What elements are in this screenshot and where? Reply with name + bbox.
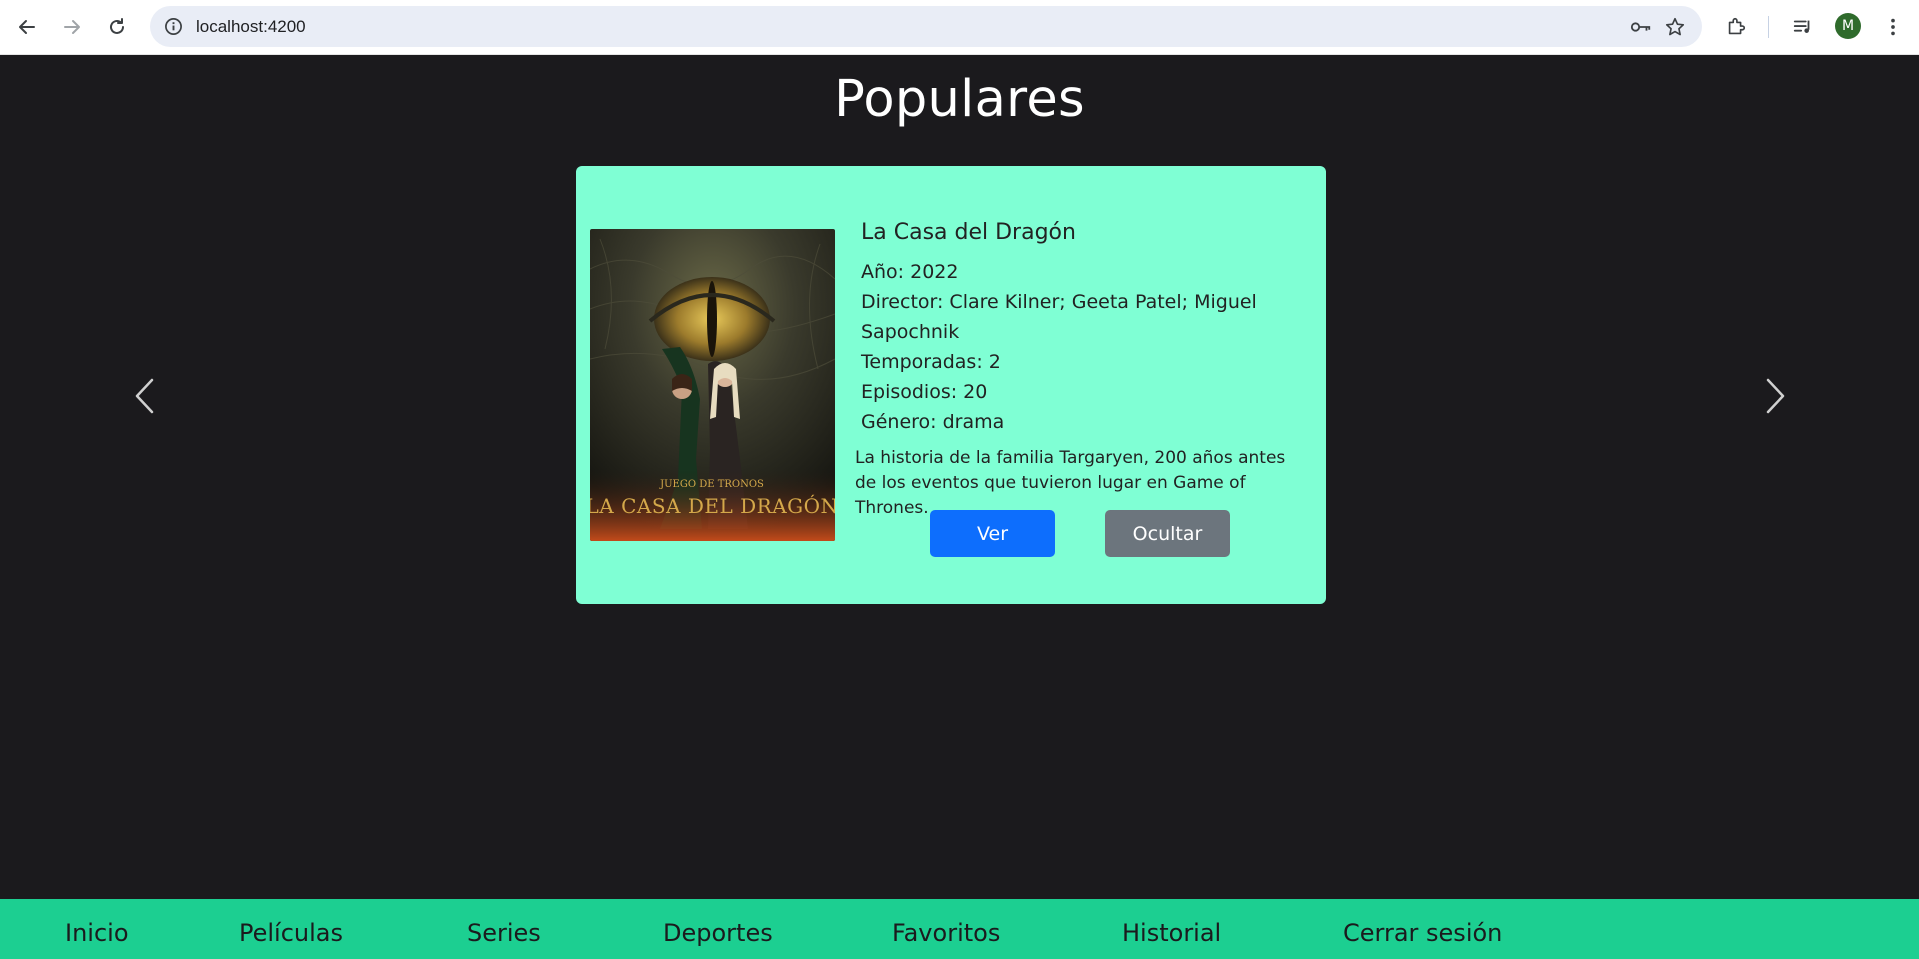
carousel-prev-button[interactable] (124, 376, 164, 416)
show-genre: Género: drama (861, 411, 1005, 433)
forward-button[interactable] (55, 10, 89, 44)
page-title: Populares (834, 70, 1085, 129)
arrow-right-icon (64, 20, 80, 34)
reload-icon (110, 18, 124, 34)
poster-main-text: LA CASA DEL DRAGÓN (590, 493, 835, 518)
back-button[interactable] (10, 10, 44, 44)
watch-button[interactable]: Ver (930, 510, 1055, 557)
show-poster[interactable]: JUEGO DE TRONOS LA CASA DEL DRAGÓN (590, 229, 835, 541)
browser-toolbar: localhost:4200 M (0, 0, 1919, 55)
nav-item-historial[interactable]: Historial (1122, 919, 1221, 947)
arrow-left-icon (19, 20, 35, 34)
show-description: La historia de la familia Targaryen, 200… (855, 448, 1286, 518)
reload-button[interactable] (100, 10, 134, 44)
bookmark-star-icon[interactable] (1664, 16, 1686, 38)
poster-image: JUEGO DE TRONOS LA CASA DEL DRAGÓN (590, 229, 835, 541)
show-card: JUEGO DE TRONOS LA CASA DEL DRAGÓN La Ca… (576, 166, 1326, 604)
show-details: La Casa del Dragón Año: 2022 Director: C… (861, 218, 1301, 437)
show-seasons: Temporadas: 2 (861, 351, 1001, 373)
site-info-icon[interactable] (164, 17, 183, 36)
profile-avatar[interactable]: M (1835, 13, 1861, 39)
nav-item-cerrar-sesion[interactable]: Cerrar sesión (1343, 919, 1502, 947)
url-text[interactable]: localhost:4200 (196, 17, 306, 37)
media-controls-icon[interactable] (1790, 14, 1816, 40)
toolbar-divider (1768, 16, 1769, 38)
show-year: Año: 2022 (861, 261, 959, 283)
nav-item-deportes[interactable]: Deportes (663, 919, 773, 947)
key-icon[interactable] (1630, 17, 1652, 37)
bottom-nav: Inicio Películas Series Deportes Favorit… (0, 899, 1919, 959)
show-title: La Casa del Dragón (861, 220, 1076, 245)
nav-item-inicio[interactable]: Inicio (65, 919, 129, 947)
carousel-next-button[interactable] (1756, 376, 1796, 416)
nav-item-peliculas[interactable]: Películas (239, 919, 343, 947)
browser-menu-icon[interactable] (1880, 14, 1906, 40)
show-episodes: Episodios: 20 (861, 381, 988, 403)
show-director-line2: Sapochnik (861, 321, 960, 343)
hide-button[interactable]: Ocultar (1105, 510, 1230, 557)
nav-item-series[interactable]: Series (467, 919, 541, 947)
chevron-left-icon (135, 378, 154, 414)
nav-item-favoritos[interactable]: Favoritos (892, 919, 1000, 947)
address-bar[interactable]: localhost:4200 (150, 6, 1702, 47)
extensions-icon[interactable] (1723, 14, 1749, 40)
poster-top-text: JUEGO DE TRONOS (659, 479, 764, 490)
show-director-line1: Director: Clare Kilner; Geeta Patel; Mig… (861, 291, 1257, 313)
chevron-right-icon (1766, 378, 1785, 414)
